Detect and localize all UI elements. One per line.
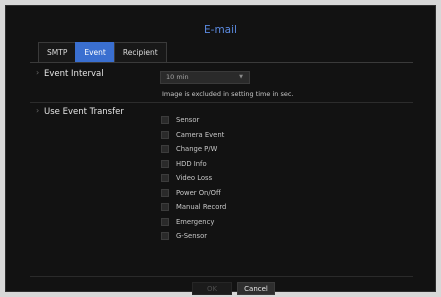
checkbox-power-on-off[interactable]: Power On/Off — [161, 186, 226, 201]
checkbox-box[interactable] — [161, 174, 169, 183]
tab-underline — [30, 62, 413, 63]
event-checklist: Sensor Camera Event Change P/W HDD Info … — [161, 113, 226, 244]
tab-event[interactable]: Event — [75, 42, 115, 62]
checkbox-box[interactable] — [161, 188, 169, 197]
checkbox-emergency[interactable]: Emergency — [161, 215, 226, 230]
event-interval-note: Image is excluded in setting time in sec… — [162, 90, 294, 98]
checkbox-label: Sensor — [176, 116, 200, 125]
checkbox-box[interactable] — [161, 217, 169, 226]
ok-button[interactable]: OK — [192, 282, 232, 295]
tab-smtp[interactable]: SMTP — [38, 42, 77, 62]
section-divider — [30, 102, 413, 103]
checkbox-label: Power On/Off — [176, 188, 221, 197]
checkbox-label: HDD Info — [176, 159, 207, 168]
checkbox-box[interactable] — [161, 203, 169, 212]
checkbox-label: Camera Event — [176, 130, 225, 139]
email-dialog: E-mail SMTP Event Recipient Event Interv… — [5, 5, 436, 295]
checkbox-label: Emergency — [176, 217, 215, 226]
checkbox-label: Manual Record — [176, 203, 227, 212]
tab-recipient[interactable]: Recipient — [113, 42, 167, 62]
dropdown-arrow-icon: ▼ — [239, 74, 243, 80]
event-interval-label: Event Interval — [36, 68, 104, 79]
checkbox-g-sensor[interactable]: G-Sensor — [161, 229, 226, 244]
dialog-title: E-mail — [204, 24, 237, 36]
cancel-button[interactable]: Cancel — [237, 282, 275, 295]
checkbox-box[interactable] — [161, 130, 169, 139]
checkbox-label: Change P/W — [176, 145, 218, 154]
checkbox-label: G-Sensor — [176, 232, 208, 241]
checkbox-manual-record[interactable]: Manual Record — [161, 200, 226, 215]
checkbox-box[interactable] — [161, 145, 169, 154]
checkbox-camera-event[interactable]: Camera Event — [161, 128, 226, 143]
checkbox-hdd-info[interactable]: HDD Info — [161, 157, 226, 172]
event-interval-select[interactable]: 10 min ▼ — [160, 71, 250, 84]
event-transfer-label: Use Event Transfer — [36, 106, 124, 117]
event-interval-value: 10 min — [166, 73, 189, 81]
checkbox-box[interactable] — [161, 116, 169, 125]
tab-bar: SMTP Event Recipient — [38, 42, 167, 62]
footer-divider — [30, 276, 413, 277]
checkbox-video-loss[interactable]: Video Loss — [161, 171, 226, 186]
checkbox-label: Video Loss — [176, 174, 213, 183]
checkbox-change-pw[interactable]: Change P/W — [161, 142, 226, 157]
checkbox-box[interactable] — [161, 159, 169, 168]
checkbox-sensor[interactable]: Sensor — [161, 113, 226, 128]
checkbox-box[interactable] — [161, 232, 169, 241]
